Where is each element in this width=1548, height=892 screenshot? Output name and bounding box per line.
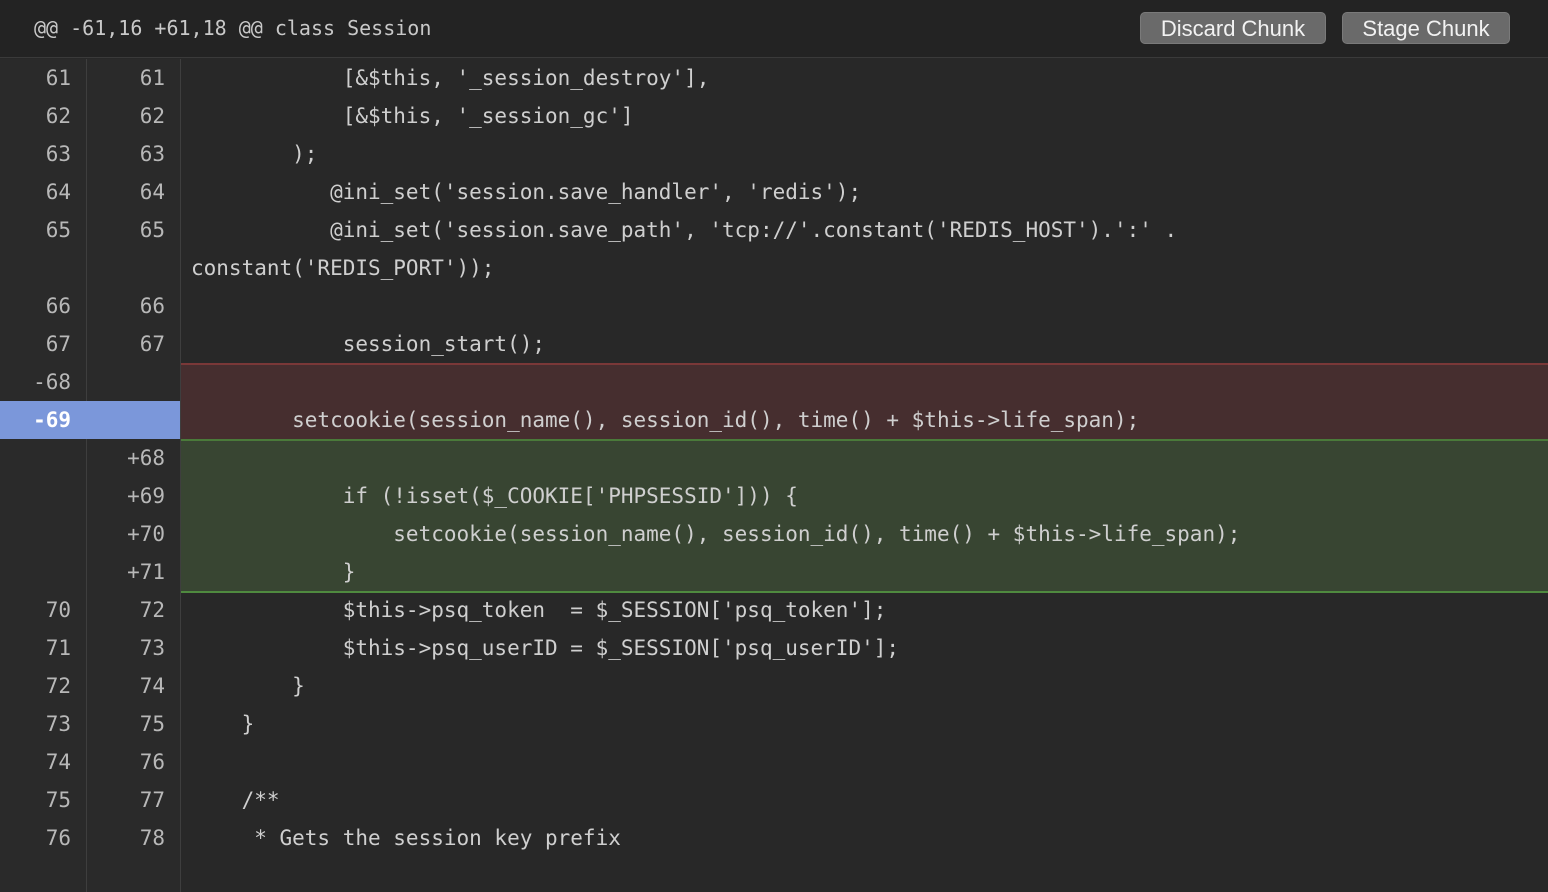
code-line: $this->psq_userID = $_SESSION['psq_userI… bbox=[191, 636, 900, 660]
code-line: * Gets the session key prefix bbox=[191, 826, 621, 850]
code-line: } bbox=[181, 553, 1548, 591]
old-line-number[interactable]: 63 bbox=[0, 135, 87, 173]
code-line: $this->psq_token = $_SESSION['psq_token'… bbox=[191, 598, 887, 622]
old-line-number[interactable]: 74 bbox=[0, 743, 87, 781]
added-block-border bbox=[181, 439, 1548, 441]
diff-line[interactable]: 76 78 * Gets the session key prefix bbox=[0, 819, 1548, 857]
diff-view: 61 61 [&$this, '_session_destroy'], 62 62 [… bbox=[0, 59, 1548, 892]
old-line-number[interactable]: -69 bbox=[0, 401, 87, 439]
old-line-number[interactable]: 71 bbox=[0, 629, 87, 667]
new-line-number[interactable]: 64 bbox=[87, 173, 181, 211]
diff-line[interactable]: -68 bbox=[0, 363, 1548, 401]
stage-chunk-button[interactable]: Stage Chunk bbox=[1342, 12, 1510, 44]
diff-line[interactable]: 63 63 ); bbox=[0, 135, 1548, 173]
old-line-number[interactable]: 73 bbox=[0, 705, 87, 743]
code-line: [&$this, '_session_gc'] bbox=[191, 104, 634, 128]
new-line-number[interactable]: 72 bbox=[87, 591, 181, 629]
code-line: } bbox=[191, 674, 305, 698]
new-line-number[interactable]: 65 bbox=[87, 211, 181, 249]
code-line: [&$this, '_session_destroy'], bbox=[191, 66, 710, 90]
hunk-header-text: @@ -61,16 +61,18 @@ class Session bbox=[34, 16, 432, 40]
old-line-number[interactable] bbox=[0, 439, 87, 477]
old-line-number[interactable]: 61 bbox=[0, 59, 87, 97]
old-line-number[interactable]: 64 bbox=[0, 173, 87, 211]
diff-line[interactable]: 61 61 [&$this, '_session_destroy'], bbox=[0, 59, 1548, 97]
new-line-number[interactable]: 75 bbox=[87, 705, 181, 743]
old-line-number[interactable]: 70 bbox=[0, 591, 87, 629]
new-line-number[interactable]: 78 bbox=[87, 819, 181, 857]
code-line bbox=[181, 363, 1548, 401]
old-line-number[interactable]: 76 bbox=[0, 819, 87, 857]
new-line-number[interactable]: 73 bbox=[87, 629, 181, 667]
code-line: setcookie(session_name(), session_id(), … bbox=[181, 515, 1548, 553]
old-line-number[interactable] bbox=[0, 477, 87, 515]
code-line: } bbox=[191, 712, 255, 736]
diff-line[interactable]: 70 72 $this->psq_token = $_SESSION['psq_t… bbox=[0, 591, 1548, 629]
diff-line[interactable]: 66 66 bbox=[0, 287, 1548, 325]
code-line: if (!isset($_COOKIE['PHPSESSID'])) { bbox=[181, 477, 1548, 515]
old-line-number[interactable]: 67 bbox=[0, 325, 87, 363]
diff-line[interactable]: 72 74 } bbox=[0, 667, 1548, 705]
diff-line[interactable]: -69 setcookie(session_name(), session_id… bbox=[0, 401, 1548, 439]
added-block-bottom-border bbox=[181, 591, 1548, 593]
old-line-number[interactable] bbox=[0, 553, 87, 591]
diff-line[interactable]: +69 if (!isset($_COOKIE['PHPSESSID'])) { bbox=[0, 477, 1548, 515]
diff-line[interactable]: +70 setcookie(session_name(), session_id… bbox=[0, 515, 1548, 553]
code-line: constant('REDIS_PORT')); bbox=[191, 256, 495, 280]
new-line-number[interactable]: 62 bbox=[87, 97, 181, 135]
new-line-number[interactable]: 66 bbox=[87, 287, 181, 325]
diff-line[interactable]: 75 77 /** bbox=[0, 781, 1548, 819]
diff-line[interactable]: +68 bbox=[0, 439, 1548, 477]
hunk-header-bar: @@ -61,16 +61,18 @@ class Session Discar… bbox=[0, 0, 1548, 58]
new-line-number[interactable]: 77 bbox=[87, 781, 181, 819]
old-line-number[interactable] bbox=[0, 515, 87, 553]
diff-line[interactable]: +71 } bbox=[0, 553, 1548, 591]
old-line-number[interactable]: -68 bbox=[0, 363, 87, 401]
new-line-number[interactable]: +71 bbox=[87, 553, 181, 591]
diff-line[interactable]: constant('REDIS_PORT')); bbox=[0, 249, 1548, 287]
discard-chunk-button[interactable]: Discard Chunk bbox=[1140, 12, 1326, 44]
new-line-number[interactable]: 74 bbox=[87, 667, 181, 705]
code-line: @ini_set('session.save_path', 'tcp://'.c… bbox=[191, 218, 1178, 242]
code-line: setcookie(session_name(), session_id(), … bbox=[181, 401, 1548, 439]
old-line-number[interactable]: 62 bbox=[0, 97, 87, 135]
diff-line[interactable]: 74 76 bbox=[0, 743, 1548, 781]
diff-line[interactable]: 73 75 } bbox=[0, 705, 1548, 743]
old-line-number[interactable]: 72 bbox=[0, 667, 87, 705]
code-line: ); bbox=[191, 142, 318, 166]
new-line-number[interactable]: +70 bbox=[87, 515, 181, 553]
new-line-number[interactable] bbox=[87, 401, 181, 439]
removed-block-border bbox=[181, 363, 1548, 365]
new-line-number[interactable] bbox=[87, 363, 181, 401]
diff-line[interactable]: 65 65 @ini_set('session.save_path', 'tcp:… bbox=[0, 211, 1548, 249]
new-line-number[interactable]: 61 bbox=[87, 59, 181, 97]
diff-line[interactable]: 67 67 session_start(); bbox=[0, 325, 1548, 363]
code-line: @ini_set('session.save_handler', 'redis'… bbox=[191, 180, 862, 204]
diff-line[interactable]: 64 64 @ini_set('session.save_handler', 'r… bbox=[0, 173, 1548, 211]
old-line-number[interactable] bbox=[0, 249, 87, 287]
new-line-number[interactable] bbox=[87, 249, 181, 287]
old-line-number[interactable]: 66 bbox=[0, 287, 87, 325]
code-line bbox=[181, 439, 1548, 477]
new-line-number[interactable]: +68 bbox=[87, 439, 181, 477]
new-line-number[interactable]: 63 bbox=[87, 135, 181, 173]
old-line-number[interactable]: 65 bbox=[0, 211, 87, 249]
new-line-number[interactable]: 67 bbox=[87, 325, 181, 363]
old-line-number[interactable]: 75 bbox=[0, 781, 87, 819]
new-line-number[interactable]: 76 bbox=[87, 743, 181, 781]
code-line: session_start(); bbox=[191, 332, 546, 356]
diff-line[interactable]: 62 62 [&$this, '_session_gc'] bbox=[0, 97, 1548, 135]
new-line-number[interactable]: +69 bbox=[87, 477, 181, 515]
code-line: /** bbox=[191, 788, 280, 812]
diff-line[interactable]: 71 73 $this->psq_userID = $_SESSION['psq_… bbox=[0, 629, 1548, 667]
